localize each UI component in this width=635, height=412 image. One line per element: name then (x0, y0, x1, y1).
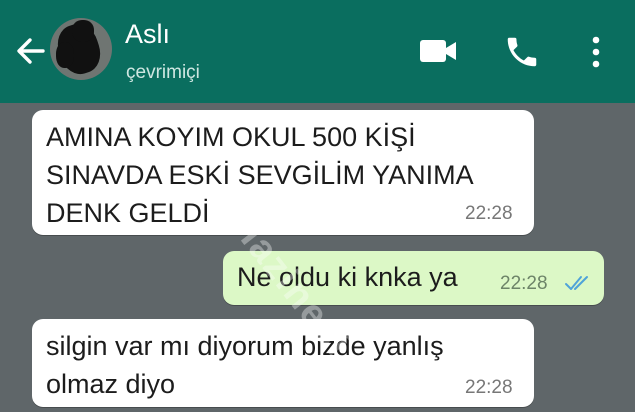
video-camera-icon[interactable] (418, 33, 458, 69)
arrow-left-icon[interactable] (13, 34, 47, 68)
avatar[interactable] (50, 18, 112, 80)
chat-header: Aslı çevrimiçi (0, 0, 635, 103)
message-bubble-incoming[interactable]: silgin var mı diyorum bizde yanlış olmaz… (32, 319, 534, 407)
more-vertical-icon[interactable] (588, 33, 604, 71)
message-time: 22:28 (500, 273, 548, 294)
message-time: 22:28 (465, 377, 513, 398)
message-time: 22:28 (465, 203, 513, 224)
contact-name[interactable]: Aslı (125, 18, 170, 50)
contact-status: çevrimiçi (126, 62, 200, 83)
phone-icon[interactable] (503, 33, 541, 71)
double-check-icon (565, 276, 588, 290)
message-bubble-incoming[interactable]: AMINA KOYIM OKUL 500 KİŞİ SINAVDA ESKİ S… (32, 110, 534, 235)
message-text: silgin var mı diyorum bizde yanlış olmaz… (46, 331, 444, 399)
